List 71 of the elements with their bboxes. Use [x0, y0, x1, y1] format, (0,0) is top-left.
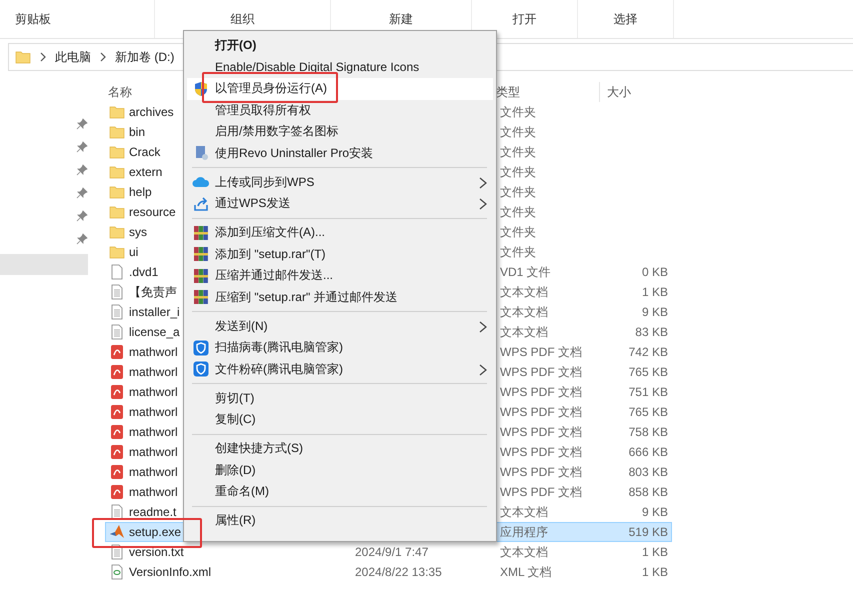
file-size: 1 KB: [642, 565, 668, 579]
file-type: 文本文档: [500, 284, 548, 298]
file-name: mathworl: [129, 405, 178, 419]
file-size: 765 KB: [628, 365, 668, 379]
file-size: 666 KB: [628, 445, 668, 459]
file-date: 2024/9/1 7:47: [355, 545, 428, 559]
ribbon-group-label: 选择: [614, 10, 638, 28]
file-name: version.txt: [129, 545, 184, 559]
file-type: 文件夹: [500, 124, 536, 138]
file-name: ui: [129, 245, 138, 259]
file-type: WPS PDF 文档: [500, 424, 582, 438]
file-type: 文本文档: [500, 324, 548, 338]
file-date: 2024/8/22 13:35: [355, 565, 442, 579]
file-name: Crack: [129, 145, 160, 159]
file-size: 1 KB: [642, 285, 668, 299]
file-type: 文件夹: [500, 164, 536, 178]
file-type: 应用程序: [500, 524, 548, 538]
file-type: 文件夹: [500, 224, 536, 238]
file-name: setup.exe: [129, 525, 182, 539]
file-size: 765 KB: [628, 405, 668, 419]
file-name: mathworl: [129, 445, 178, 459]
file-type: WPS PDF 文档: [500, 384, 582, 398]
ribbon-group-label: 剪贴板: [15, 10, 51, 28]
ribbon-group-label: 新建: [389, 10, 413, 28]
file-type: XML 文档: [500, 564, 552, 578]
file-type: 文本文档: [500, 504, 548, 518]
file-name: VersionInfo.xml: [129, 565, 212, 579]
file-name: license_a: [129, 325, 180, 339]
file-type: WPS PDF 文档: [500, 404, 582, 418]
file-size: 751 KB: [628, 385, 668, 399]
file-size: 1 KB: [642, 545, 668, 559]
file-name: sys: [129, 225, 147, 239]
file-size: 9 KB: [642, 305, 668, 319]
file-name: mathworl: [129, 345, 178, 359]
file-size: 742 KB: [628, 345, 668, 359]
file-size: 0 KB: [642, 265, 668, 279]
file-name: extern: [129, 165, 162, 179]
file-name: mathworl: [129, 365, 178, 379]
file-type: WPS PDF 文档: [500, 464, 582, 478]
file-type: VD1 文件: [500, 264, 551, 278]
file-name: mathworl: [129, 385, 178, 399]
file-name: installer_i: [129, 305, 180, 319]
file-name: readme.t: [129, 505, 176, 519]
file-name: help: [129, 185, 152, 199]
file-type: WPS PDF 文档: [500, 444, 582, 458]
file-name: mathworl: [129, 465, 178, 479]
file-size: 803 KB: [628, 465, 668, 479]
file-type: WPS PDF 文档: [500, 484, 582, 498]
file-type: WPS PDF 文档: [500, 344, 582, 358]
file-type: 文件夹: [500, 104, 536, 118]
file-size: 519 KB: [628, 525, 668, 539]
ribbon-group-label: 打开: [512, 10, 536, 28]
file-type: 文件夹: [500, 204, 536, 218]
ribbon-group-label: 组织: [230, 10, 254, 28]
file-type: 文本文档: [500, 304, 548, 318]
file-type: 文本文档: [500, 544, 548, 558]
file-type: WPS PDF 文档: [500, 364, 582, 378]
file-size: 858 KB: [628, 485, 668, 499]
file-name: archives: [129, 105, 174, 119]
file-name: 【免责声: [129, 284, 177, 300]
file-name: mathworl: [129, 425, 178, 439]
file-name: bin: [129, 125, 146, 139]
file-type: 文件夹: [500, 144, 536, 158]
file-name: resource: [129, 205, 176, 219]
file-size: 83 KB: [635, 325, 668, 339]
file-type: 文件夹: [500, 244, 536, 258]
file-size: 758 KB: [628, 425, 668, 439]
file-type: 文件夹: [500, 184, 536, 198]
file-name: mathworl: [129, 485, 178, 499]
file-name: .dvd1: [129, 265, 158, 279]
file-size: 9 KB: [642, 505, 668, 519]
